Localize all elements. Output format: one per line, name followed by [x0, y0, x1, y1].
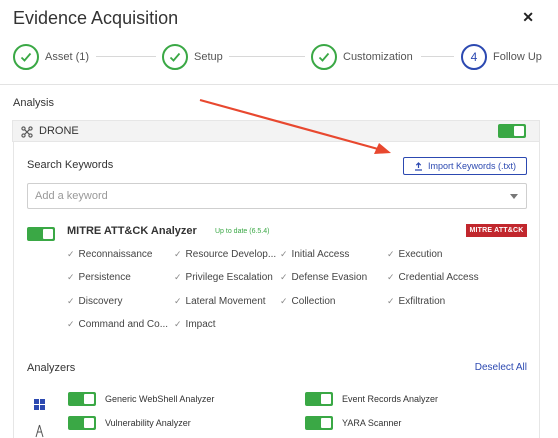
- evidence-acquisition-modal: Evidence Acquisition ✕ Asset (1) Setup C…: [0, 0, 558, 438]
- annotation-arrow-icon: [199, 98, 391, 154]
